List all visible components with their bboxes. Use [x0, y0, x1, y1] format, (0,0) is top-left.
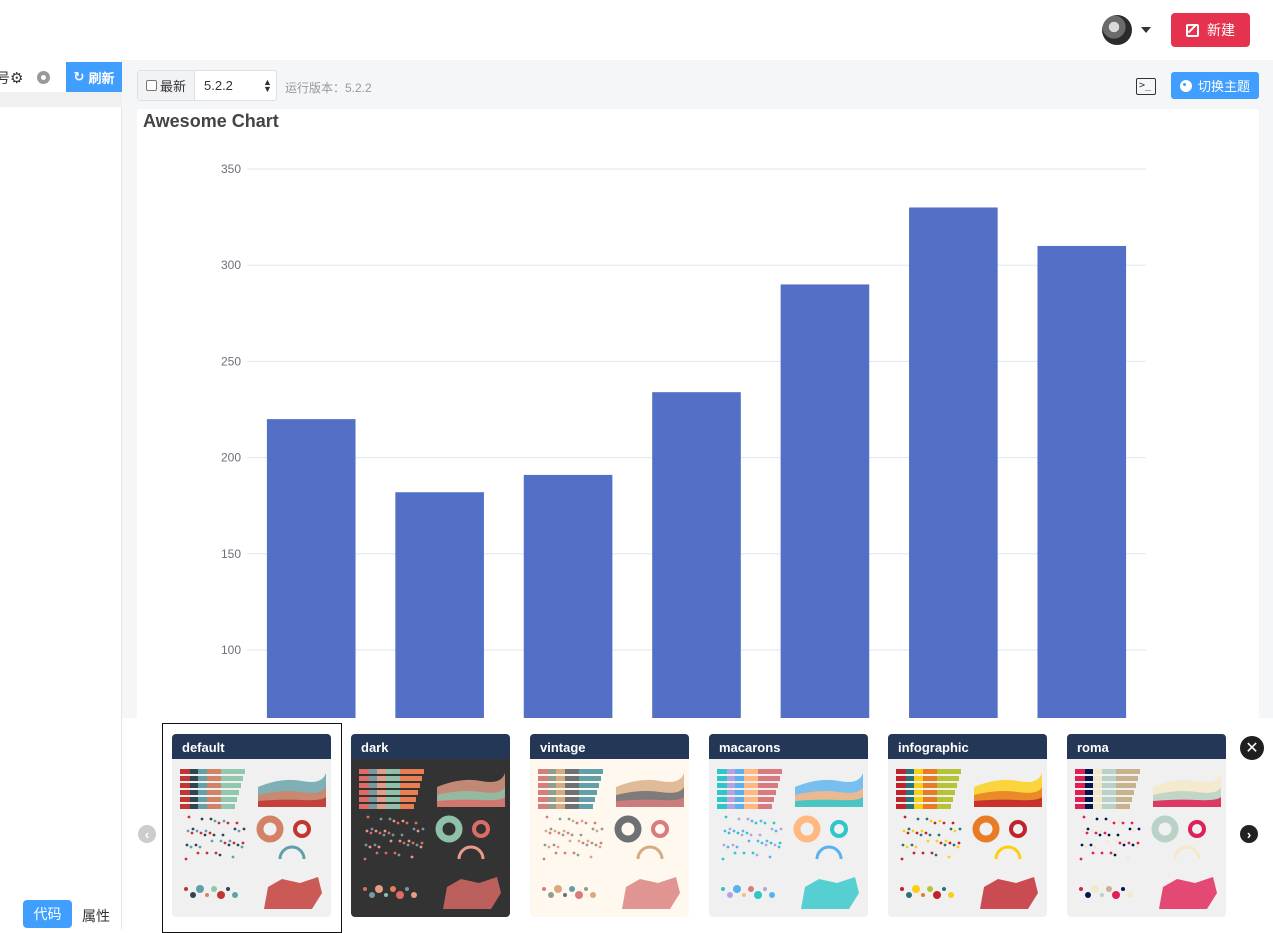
chevron-left-icon[interactable]: ‹ — [138, 825, 156, 843]
theme-preview — [351, 759, 510, 917]
theme-name: dark — [351, 734, 510, 759]
sort-arrows-icon: ▲ ▼ — [263, 77, 272, 94]
close-icon[interactable]: ✕ — [1240, 736, 1264, 760]
refresh-button-label: 刷新 — [88, 70, 115, 86]
theme-name: infographic — [888, 734, 1047, 759]
y-tick-label: 350 — [221, 162, 241, 176]
y-tick-label: 100 — [221, 643, 241, 657]
tab-attributes[interactable]: 属性 — [82, 906, 110, 926]
new-button[interactable]: 新建 — [1171, 13, 1250, 47]
refresh-icon: ↻ — [73, 69, 85, 84]
switch-theme-label: 切换主题 — [1197, 79, 1250, 94]
tab-code[interactable]: 代码 — [23, 900, 72, 928]
terminal-icon[interactable]: >_ — [1136, 78, 1156, 95]
latest-toggle[interactable]: 最新 — [138, 71, 195, 100]
theme-thumbnail-default[interactable]: default — [172, 734, 331, 917]
refresh-button[interactable]: ↻ 刷新 — [66, 62, 122, 92]
theme-preview — [1067, 759, 1226, 917]
edit-icon — [1186, 23, 1199, 37]
chevron-down-icon[interactable] — [1141, 27, 1151, 33]
settings-circle-icon[interactable] — [37, 71, 50, 84]
version-selector[interactable]: 最新 5.2.2 ▲ ▼ — [137, 70, 277, 101]
chevron-right-icon[interactable]: › — [1240, 825, 1258, 843]
theme-thumbnail-vintage[interactable]: vintage — [530, 734, 689, 917]
truncated-label: 号 — [0, 70, 10, 86]
palette-icon — [1179, 79, 1192, 92]
editor-header-strip — [0, 92, 122, 107]
running-version-text: 运行版本：5.2.2 — [285, 81, 372, 95]
theme-thumbnail-dark[interactable]: dark — [351, 734, 510, 917]
left-toolbar: 号 ⚙ ↻ 刷新 — [0, 62, 122, 92]
top-bar: 新建 — [0, 0, 1273, 60]
gear-icon[interactable]: ⚙ — [10, 69, 23, 87]
left-panel: 号 ⚙ ↻ 刷新 代码 属性 — [0, 60, 122, 929]
theme-preview — [709, 759, 868, 917]
y-tick-label: 300 — [221, 258, 241, 272]
y-tick-label: 200 — [221, 451, 241, 465]
y-tick-label: 150 — [221, 547, 241, 561]
y-tick-label: 250 — [221, 354, 241, 368]
switch-theme-button[interactable]: 切换主题 — [1171, 72, 1259, 99]
new-button-label: 新建 — [1207, 22, 1235, 38]
theme-thumbnail-roma[interactable]: roma — [1067, 734, 1226, 917]
theme-thumbnail-macarons[interactable]: macarons — [709, 734, 868, 917]
theme-name: macarons — [709, 734, 868, 759]
latest-label: 最新 — [159, 79, 186, 94]
theme-picker: ‹ default dark vintage macarons infographic r… — [122, 718, 1273, 933]
theme-thumbnail-infographic[interactable]: infographic — [888, 734, 1047, 917]
latest-checkbox[interactable] — [145, 80, 157, 91]
theme-preview — [172, 759, 331, 917]
theme-name: default — [172, 734, 331, 759]
theme-preview — [888, 759, 1047, 917]
version-select-value[interactable]: 5.2.2 — [204, 78, 233, 93]
theme-preview — [530, 759, 689, 917]
user-avatar[interactable] — [1102, 15, 1132, 45]
theme-name: roma — [1067, 734, 1226, 759]
theme-name: vintage — [530, 734, 689, 759]
